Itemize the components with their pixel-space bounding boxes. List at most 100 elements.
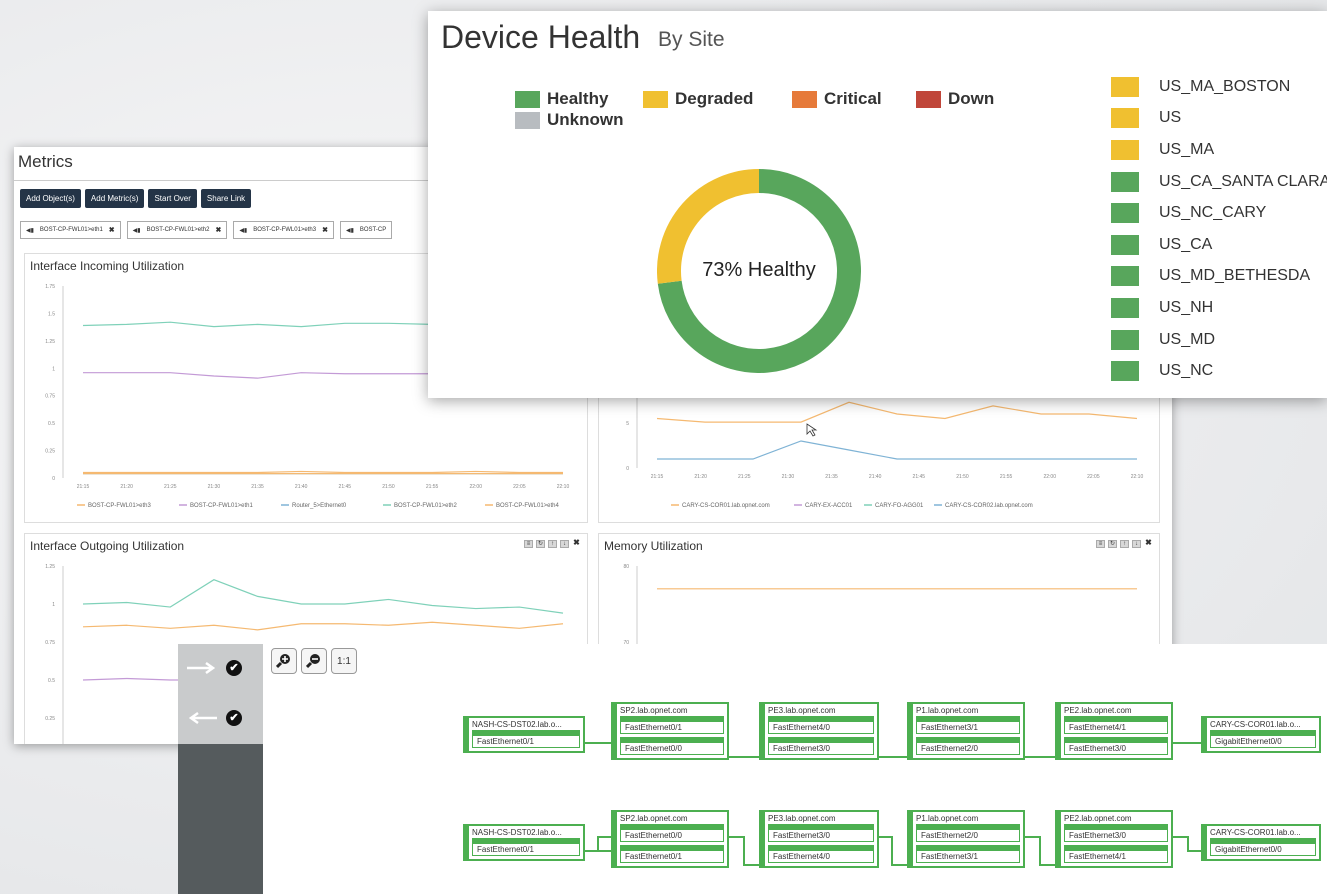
- path-node[interactable]: PE3.lab.opnet.com FastEthernet4/0 FastEthe…: [759, 702, 879, 760]
- site-item[interactable]: US_MA: [1111, 134, 1327, 166]
- path-node[interactable]: SP2.lab.opnet.com FastEthernet0/0 FastEthe…: [611, 810, 729, 868]
- zoom-in-button[interactable]: [271, 648, 297, 674]
- legend-label: Unknown: [547, 110, 624, 129]
- path-link: [877, 836, 891, 838]
- start-over-button[interactable]: Start Over: [148, 189, 197, 208]
- site-item[interactable]: US_CA_SANTA CLARA: [1111, 166, 1327, 198]
- interface-port[interactable]: FastEthernet0/0: [620, 737, 724, 755]
- mouse-cursor-icon: [806, 423, 818, 437]
- legend-label: BOST-CP-FWL01>eth3: [88, 503, 152, 509]
- x-tick-label: 22:05: [1087, 474, 1100, 480]
- interface-port[interactable]: GigabitEthernet0/0: [1210, 730, 1316, 748]
- object-chip[interactable]: ◀▮ BOST-CP-FWL01>eth2 ✖: [126, 221, 228, 239]
- path-link: [597, 836, 599, 850]
- add-metrics-button[interactable]: Add Metric(s): [84, 189, 145, 208]
- path-node[interactable]: PE3.lab.opnet.com FastEthernet3/0 FastEthe…: [759, 810, 879, 868]
- x-tick-label: 21:25: [738, 474, 751, 480]
- site-item[interactable]: US_NC: [1111, 355, 1327, 387]
- path-node[interactable]: P1.lab.opnet.com FastEthernet2/0 FastEther…: [907, 810, 1025, 868]
- site-name: US_CA_SANTA CLARA: [1159, 172, 1327, 190]
- path-node[interactable]: NASH-CS-DST02.lab.o... FastEthernet0/1: [463, 824, 585, 861]
- chip-label: BOST-CP-FWL01>eth3: [253, 227, 317, 233]
- direction-sidebar: ✔ ✔: [178, 644, 263, 894]
- interface-port[interactable]: FastEthernet0/1: [620, 716, 724, 734]
- y-tick-label: 1.25: [45, 339, 55, 345]
- path-link: [1173, 836, 1187, 838]
- path-node[interactable]: NASH-CS-DST02.lab.o... FastEthernet0/1: [463, 716, 585, 753]
- interface-port[interactable]: FastEthernet0/1: [620, 845, 724, 863]
- path-link: [891, 836, 893, 864]
- close-icon[interactable]: ✖: [215, 226, 221, 234]
- interface-port[interactable]: GigabitEthernet0/0: [1210, 838, 1316, 856]
- y-tick-label: 0: [626, 466, 629, 472]
- site-item[interactable]: US_MD_BETHESDA: [1111, 261, 1327, 293]
- site-status-swatch: [1111, 329, 1139, 350]
- device-health-title: Device Health: [441, 19, 641, 55]
- interface-port[interactable]: FastEthernet2/0: [916, 737, 1020, 755]
- zoom-reset-button[interactable]: 1:1: [331, 648, 357, 674]
- device-health-subtitle: By Site: [658, 28, 725, 51]
- x-tick-label: 21:20: [120, 484, 133, 490]
- interface-port[interactable]: FastEthernet3/0: [768, 824, 874, 842]
- interface-port[interactable]: FastEthernet2/0: [916, 824, 1020, 842]
- add-objects-button[interactable]: Add Object(s): [20, 189, 81, 208]
- site-item[interactable]: US_NH: [1111, 292, 1327, 324]
- object-chip[interactable]: ◀▮ BOST-CP: [339, 221, 393, 239]
- site-name: US_NH: [1159, 298, 1214, 316]
- interface-port[interactable]: FastEthernet3/0: [768, 737, 874, 755]
- site-list: US_MA_BOSTON US US_MA US_CA_SANTA CLARA …: [1111, 71, 1327, 387]
- interface-port[interactable]: FastEthernet4/1: [1064, 845, 1168, 863]
- site-status-swatch: [1111, 266, 1139, 287]
- x-tick-label: 21:55: [1000, 474, 1013, 480]
- site-item[interactable]: US_MD: [1111, 324, 1327, 356]
- interface-icon: ◀▮: [26, 227, 34, 234]
- legend-label: CARY-CS-COR02.lab.opnet.com: [945, 503, 1033, 509]
- path-node[interactable]: SP2.lab.opnet.com FastEthernet0/1 FastEthe…: [611, 702, 729, 760]
- interface-port[interactable]: FastEthernet3/0: [1064, 824, 1168, 842]
- path-link: [1025, 836, 1039, 838]
- path-link: [1187, 850, 1201, 852]
- path-node[interactable]: CARY-CS-COR01.lab.o... GigabitEthernet0/0: [1201, 824, 1321, 861]
- interface-port[interactable]: FastEthernet0/1: [472, 730, 580, 748]
- cpu-utilization-chart: 5 0 21:15 21:20 21:25 21:30 21:35 21:40 21:45 21:…: [626, 378, 1143, 509]
- legend-label: BOST-CP-FWL01>eth1: [190, 503, 254, 509]
- interface-port[interactable]: FastEthernet4/0: [768, 716, 874, 734]
- interface-port[interactable]: FastEthernet0/1: [472, 838, 580, 856]
- x-tick-label: 21:50: [382, 484, 395, 490]
- y-tick-label: 0.5: [48, 421, 55, 427]
- path-topology-panel: 1:1 NASH-CS-DST02.lab.o... FastEthernet0/…: [263, 644, 1327, 894]
- share-link-button[interactable]: Share Link: [200, 189, 252, 208]
- zoom-out-button[interactable]: [301, 648, 327, 674]
- site-name: US: [1159, 109, 1182, 127]
- interface-port[interactable]: FastEthernet4/0: [768, 845, 874, 863]
- path-node[interactable]: PE2.lab.opnet.com FastEthernet3/0 FastEthe…: [1055, 810, 1173, 868]
- site-item[interactable]: US_MA_BOSTON: [1111, 71, 1327, 103]
- site-status-swatch: [1111, 203, 1139, 224]
- interface-port[interactable]: FastEthernet3/0: [1064, 737, 1168, 755]
- site-item[interactable]: US_NC_CARY: [1111, 197, 1327, 229]
- site-name: US_MD_BETHESDA: [1159, 267, 1311, 285]
- x-tick-label: 21:50: [956, 474, 969, 480]
- site-item[interactable]: US: [1111, 103, 1327, 135]
- path-node[interactable]: CARY-CS-COR01.lab.o... GigabitEthernet0/0: [1201, 716, 1321, 753]
- object-chip[interactable]: ◀▮ BOST-CP-FWL01>eth1 ✖: [20, 221, 121, 239]
- close-icon[interactable]: ✖: [109, 226, 115, 234]
- reverse-path-toggle[interactable]: ✔: [186, 710, 242, 726]
- y-tick-label: 1.25: [45, 564, 55, 570]
- forward-path-toggle[interactable]: ✔: [186, 660, 242, 676]
- path-link: [1025, 756, 1055, 758]
- x-tick-label: 21:20: [694, 474, 707, 480]
- path-link: [729, 756, 759, 758]
- object-chip[interactable]: ◀▮ BOST-CP-FWL01>eth3 ✖: [233, 221, 334, 239]
- close-icon[interactable]: ✖: [322, 226, 328, 234]
- interface-port[interactable]: FastEthernet3/1: [916, 845, 1020, 863]
- site-item[interactable]: US_CA: [1111, 229, 1327, 261]
- path-node[interactable]: PE2.lab.opnet.com FastEthernet4/1 FastEthe…: [1055, 702, 1173, 760]
- interface-port[interactable]: FastEthernet0/0: [620, 824, 724, 842]
- interface-port[interactable]: FastEthernet4/1: [1064, 716, 1168, 734]
- site-status-swatch: [1111, 297, 1139, 318]
- path-node[interactable]: P1.lab.opnet.com FastEthernet3/1 FastEther…: [907, 702, 1025, 760]
- x-tick-label: 21:15: [77, 484, 90, 490]
- interface-port[interactable]: FastEthernet3/1: [916, 716, 1020, 734]
- path-link: [743, 836, 745, 864]
